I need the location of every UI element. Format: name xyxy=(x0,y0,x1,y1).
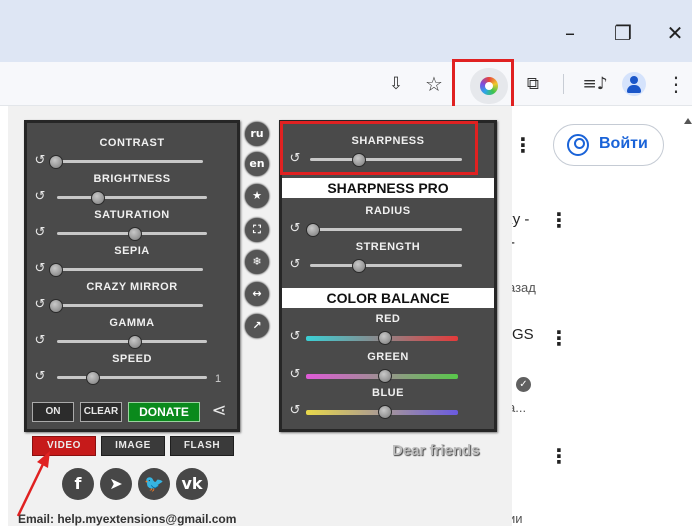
browser-window: – ❐ ✕ ⇩ ☆ ⧉ ≡♪ ⋮ ⋮ Войти ку - - ⋮ азад G… xyxy=(0,0,692,526)
pointer-arrow xyxy=(16,451,50,517)
